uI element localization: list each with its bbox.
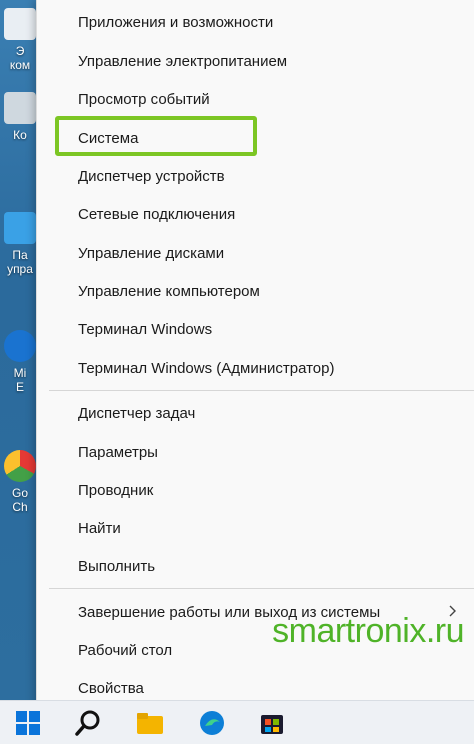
menu-item-label: Терминал Windows (Администратор) [78,359,335,377]
menu-item-network-connections[interactable]: Сетевые подключения [37,196,474,232]
desktop-item-label: Mi E [13,366,27,394]
chrome-icon [4,450,36,482]
store-icon[interactable] [256,707,288,739]
menu-item-label: Терминал Windows [78,320,213,338]
menu-item-label: Проводник [78,481,154,499]
control-panel-icon [4,212,36,244]
menu-separator [49,390,474,391]
edge-icon[interactable] [196,707,228,739]
menu-item-label: Рабочий стол [78,641,173,659]
menu-item-label: Управление дисками [78,244,225,262]
computer-icon [4,8,36,40]
menu-item-search[interactable]: Найти [37,510,474,546]
menu-item-power-options[interactable]: Управление электропитанием [37,43,474,79]
menu-item-label: Управление компьютером [78,282,260,300]
menu-item-label: Выполнить [78,557,156,575]
menu-item-computer-management[interactable]: Управление компьютером [37,273,474,309]
menu-item-label: Сетевые подключения [78,205,236,223]
menu-item-disk-management[interactable]: Управление дисками [37,235,474,271]
menu-item-file-explorer[interactable]: Проводник [37,472,474,508]
desktop-item-edge[interactable]: Mi E [0,330,40,394]
menu-item-windows-terminal-admin[interactable]: Терминал Windows (Администратор) [37,350,474,386]
recycle-bin-icon [4,92,36,124]
file-explorer-icon[interactable] [134,707,166,739]
desktop-item-pc[interactable]: Э ком [0,8,40,72]
winx-context-menu: Приложения и возможности Управление элек… [36,0,474,708]
menu-item-label: Управление электропитанием [78,52,288,70]
menu-item-label: Найти [78,519,121,537]
desktop-item-control-panel[interactable]: Па упра [0,212,40,276]
menu-item-apps-features[interactable]: Приложения и возможности [37,4,474,40]
desktop-item-label: Ко [13,128,27,142]
menu-item-settings[interactable]: Параметры [37,434,474,470]
highlight-frame [55,116,257,156]
menu-separator [49,588,474,589]
menu-item-task-manager[interactable]: Диспетчер задач [37,395,474,431]
menu-item-label: Диспетчер устройств [78,167,225,185]
edge-icon [4,330,36,362]
desktop-item-recycle[interactable]: Ко [0,92,40,142]
menu-item-label: Свойства [78,679,144,697]
taskbar [0,700,474,744]
menu-item-label: Диспетчер задач [78,404,196,422]
menu-item-label: Параметры [78,443,158,461]
menu-item-windows-terminal[interactable]: Терминал Windows [37,311,474,347]
menu-item-device-manager[interactable]: Диспетчер устройств [37,158,474,194]
menu-item-event-viewer[interactable]: Просмотр событий [37,81,474,117]
search-icon[interactable] [72,707,104,739]
desktop-item-label: Э ком [9,44,31,72]
desktop-item-chrome[interactable]: Go Ch [0,450,40,514]
menu-item-label: Приложения и возможности [78,13,274,31]
desktop-item-label: Па упра [7,248,33,276]
menu-item-label: Просмотр событий [78,90,210,108]
windows-start-icon[interactable] [12,707,44,739]
watermark: smartronix.ru [272,612,464,650]
menu-item-run[interactable]: Выполнить [37,548,474,584]
desktop-item-label: Go Ch [11,486,28,514]
